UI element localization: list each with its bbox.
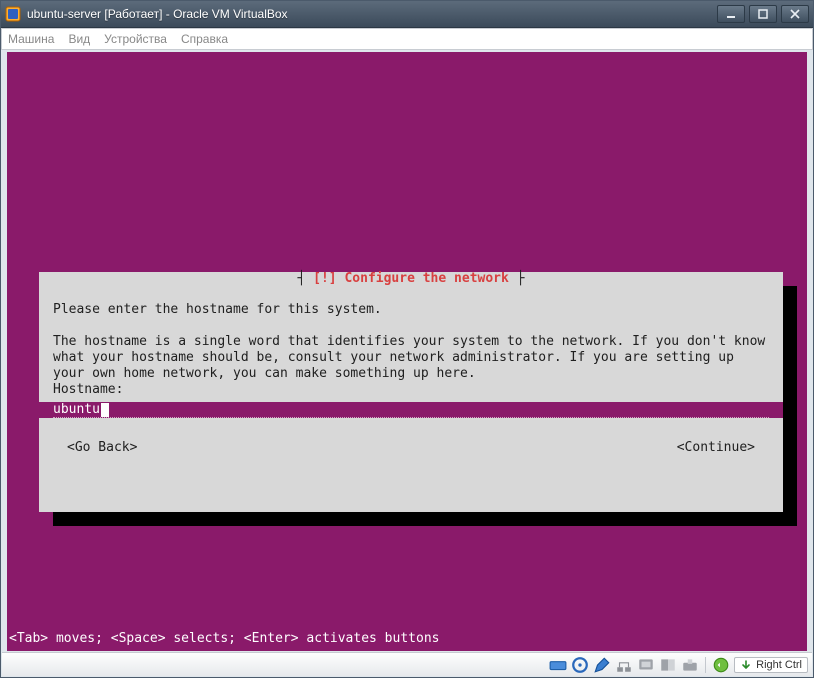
vm-display[interactable]: ┤ [!] Configure the network ├ Please ent… xyxy=(7,52,807,651)
share-icon[interactable] xyxy=(681,656,699,674)
dialog-description: The hostname is a single word that ident… xyxy=(53,334,769,382)
hostkey-indicator[interactable]: Right Ctrl xyxy=(734,657,808,673)
go-back-button[interactable]: <Go Back> xyxy=(67,440,137,456)
dialog-title-bar: ┤ [!] Configure the network ├ xyxy=(39,271,783,287)
hostkey-label: Right Ctrl xyxy=(756,659,802,671)
dialog-title: [!] Configure the network xyxy=(313,271,509,286)
virtualbox-icon xyxy=(5,6,21,22)
net-icon[interactable] xyxy=(615,656,633,674)
pen-icon[interactable] xyxy=(593,656,611,674)
installer-screen: ┤ [!] Configure the network ├ Please ent… xyxy=(7,52,807,651)
window-controls xyxy=(717,5,809,23)
maximize-button[interactable] xyxy=(749,5,777,23)
mouse-icon[interactable] xyxy=(637,656,655,674)
continue-button[interactable]: <Continue> xyxy=(677,440,755,456)
configure-network-dialog: ┤ [!] Configure the network ├ Please ent… xyxy=(39,272,783,512)
window-title: ubuntu-server [Работает] - Oracle VM Vir… xyxy=(27,7,288,21)
hostname-value: ubuntu xyxy=(53,402,100,417)
menu-help[interactable]: Справка xyxy=(181,32,228,46)
arrow-down-icon xyxy=(740,659,752,671)
menubar: Машина Вид Устройства Справка xyxy=(1,28,813,50)
titlebar[interactable]: ubuntu-server [Работает] - Oracle VM Vir… xyxy=(1,1,813,28)
hdd-icon[interactable] xyxy=(549,656,567,674)
dialog-intro: Please enter the hostname for this syste… xyxy=(53,302,769,318)
sound-icon[interactable] xyxy=(712,656,730,674)
cd-icon[interactable] xyxy=(571,656,589,674)
statusbar: Right Ctrl xyxy=(2,652,812,676)
hostname-input[interactable]: ubuntu xyxy=(39,402,783,418)
usb-icon[interactable] xyxy=(659,656,677,674)
menu-devices[interactable]: Устройства xyxy=(104,32,167,46)
text-cursor xyxy=(101,403,109,417)
hostname-label: Hostname: xyxy=(53,382,769,398)
close-button[interactable] xyxy=(781,5,809,23)
menu-machine[interactable]: Машина xyxy=(8,32,54,46)
minimize-button[interactable] xyxy=(717,5,745,23)
menu-view[interactable]: Вид xyxy=(68,32,90,46)
virtualbox-window: ubuntu-server [Работает] - Oracle VM Vir… xyxy=(0,0,814,678)
keybinding-hint: <Tab> moves; <Space> selects; <Enter> ac… xyxy=(7,631,439,647)
